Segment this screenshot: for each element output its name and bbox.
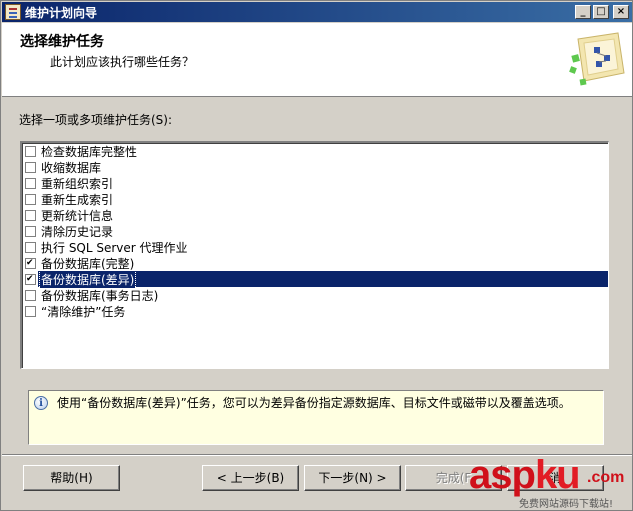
back-button[interactable]: < 上一步(B) [202,465,299,491]
task-list-item[interactable]: 执行 SQL Server 代理作业 [22,239,608,255]
task-label: 备份数据库(事务日志) [41,288,159,303]
wizard-graphic-icon [568,29,628,91]
task-checkbox[interactable] [25,241,36,253]
next-button[interactable]: 下一步(N) > [304,465,401,491]
task-label: 重新组织索引 [41,176,114,191]
task-label: 执行 SQL Server 代理作业 [41,240,188,255]
task-list-item[interactable]: 重新组织索引 [22,175,608,191]
window-title: 维护计划向导 [25,5,98,20]
wizard-header: 选择维护任务 此计划应该执行哪些任务？ [2,23,632,97]
help-button[interactable]: 帮助(H) [23,465,120,491]
task-list-item[interactable]: 收缩数据库 [22,159,608,175]
wizard-window: 维护计划向导 _ □ × 选择维护任务 此计划应该执行哪些任务？ 选择一项或多项… [0,0,633,511]
close-button[interactable]: × [613,5,629,19]
info-text: 使用“备份数据库(差异)”任务，您可以为差异备份指定源数据库、目标文件或磁带以及… [57,396,571,410]
task-label: 更新统计信息 [41,208,114,223]
task-label: “清除维护”任务 [41,304,126,319]
task-list-item[interactable]: 备份数据库(差异) [22,269,608,289]
task-list-item[interactable]: 备份数据库(事务日志) [22,287,608,303]
task-label: 重新生成索引 [41,192,114,207]
task-label: 备份数据库(差异) [38,269,137,289]
task-checkbox[interactable] [25,193,36,205]
minimize-button[interactable]: _ [575,5,591,19]
maximize-button[interactable]: □ [593,5,609,19]
task-label: 清除历史记录 [41,224,114,239]
task-label: 备份数据库(完整) [41,256,135,271]
task-checkbox[interactable] [25,177,36,189]
task-list-item[interactable]: 更新统计信息 [22,207,608,223]
task-checkbox[interactable] [25,257,36,269]
task-checkbox[interactable] [25,225,36,237]
cancel-button[interactable]: 消 [507,465,604,491]
task-checkbox[interactable] [25,273,36,285]
watermark-subtitle: 免费网站源码下载站! [519,499,614,510]
task-checkbox[interactable] [25,145,36,157]
task-list-label: 选择一项或多项维护任务(S): [19,113,173,127]
info-icon: i [34,396,48,410]
finish-button[interactable]: 完成(F [405,465,502,491]
task-list-item[interactable]: 清除历史记录 [22,223,608,239]
task-checkbox[interactable] [25,305,36,317]
page-title: 选择维护任务 [20,34,104,50]
task-checkbox[interactable] [25,209,36,221]
task-list-item[interactable]: 备份数据库(完整) [22,255,608,271]
task-list-item[interactable]: 重新生成索引 [22,191,608,207]
footer-separator [2,454,632,456]
task-list-item[interactable]: “清除维护”任务 [22,303,608,319]
task-label: 检查数据库完整性 [41,144,138,159]
page-subtitle: 此计划应该执行哪些任务？ [50,55,195,69]
task-list-item[interactable]: 检查数据库完整性 [22,143,608,159]
title-bar[interactable]: 维护计划向导 _ □ × [2,2,632,22]
info-panel: i 使用“备份数据库(差异)”任务，您可以为差异备份指定源数据库、目标文件或磁带… [28,390,604,445]
task-listbox[interactable]: 检查数据库完整性 收缩数据库 重新组织索引 重新生成索引 更新统计信息 清除历史记录 执行 … [20,141,609,369]
task-label: 收缩数据库 [41,160,102,175]
task-checkbox[interactable] [25,289,36,301]
wizard-app-icon [5,4,21,20]
task-checkbox[interactable] [25,161,36,173]
